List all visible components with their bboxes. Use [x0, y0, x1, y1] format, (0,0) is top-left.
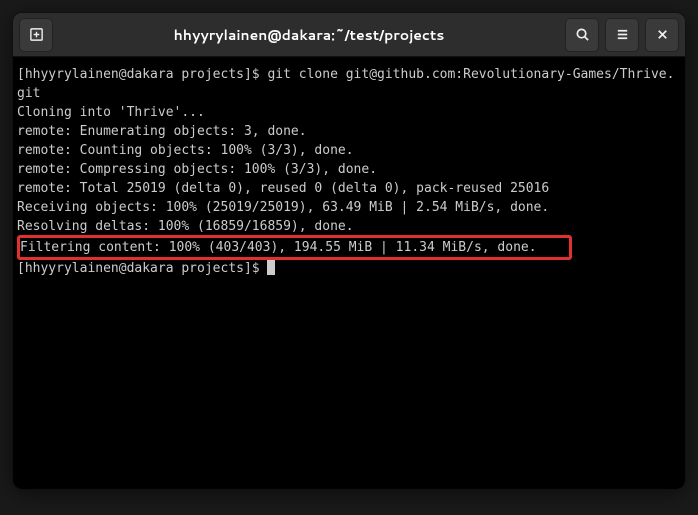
terminal-line: Receiving objects: 100% (25019/25019), 6…: [17, 198, 681, 217]
terminal-line: Resolving deltas: 100% (16859/16859), do…: [17, 217, 681, 236]
terminal-line: [hhyyrylainen@dakara projects]$ git clon…: [17, 65, 681, 103]
terminal-window: hhyyrylainen@dakara:~/test/projects: [12, 12, 686, 490]
highlighted-annotation: Filtering content: 100% (403/403), 194.5…: [17, 235, 572, 260]
terminal-line: Filtering content: 100% (403/403), 194.5…: [20, 238, 569, 257]
terminal-line: remote: Counting objects: 100% (3/3), do…: [17, 141, 681, 160]
search-button[interactable]: [565, 18, 599, 52]
window-title: hhyyrylainen@dakara:~/test/projects: [53, 25, 565, 45]
terminal-content[interactable]: [hhyyrylainen@dakara projects]$ git clon…: [13, 57, 685, 489]
terminal-line: remote: Enumerating objects: 3, done.: [17, 122, 681, 141]
cursor-icon: [267, 260, 275, 275]
terminal-line: Cloning into 'Thrive'...: [17, 103, 681, 122]
menu-button[interactable]: [605, 18, 639, 52]
terminal-line: remote: Total 25019 (delta 0), reused 0 …: [17, 179, 681, 198]
new-tab-button[interactable]: [19, 18, 53, 52]
titlebar: hhyyrylainen@dakara:~/test/projects: [13, 13, 685, 57]
close-button[interactable]: [645, 18, 679, 52]
terminal-line: remote: Compressing objects: 100% (3/3),…: [17, 160, 681, 179]
terminal-prompt: [hhyyrylainen@dakara projects]$: [17, 259, 681, 278]
